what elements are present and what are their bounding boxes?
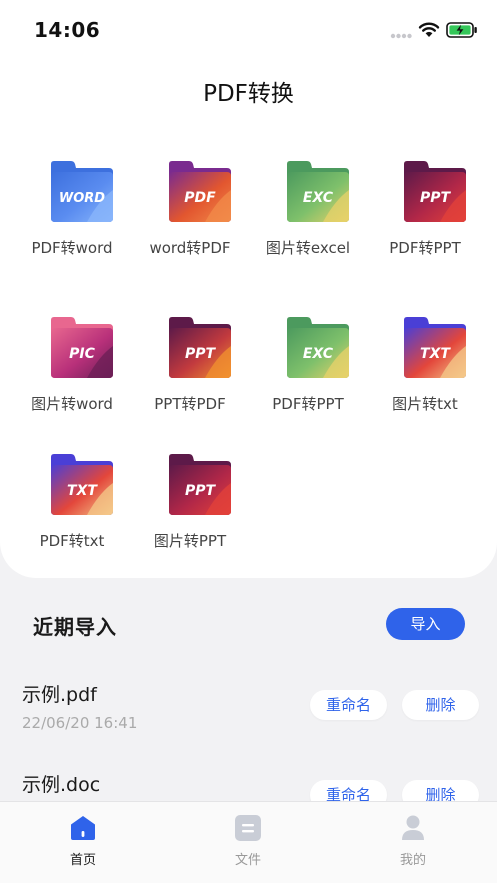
file-badge-text: EXC xyxy=(303,190,334,206)
tool-item[interactable]: PPT 图片转PPT xyxy=(128,453,252,573)
file-badge-text: TXT xyxy=(420,346,451,362)
tool-label: PDF转PPT xyxy=(389,239,461,257)
txt-file-icon: TXT xyxy=(51,454,113,515)
tab-files[interactable]: 文件 xyxy=(188,802,308,883)
excel-file-icon: EXC xyxy=(287,317,349,378)
file-timestamp: 22/06/20 16:41 xyxy=(22,714,138,732)
tool-item[interactable]: PPT PDF转PPT xyxy=(363,160,487,280)
tab-profile[interactable]: 我的 xyxy=(353,802,473,883)
profile-icon xyxy=(402,815,424,840)
tool-item[interactable]: WORD PDF转word xyxy=(10,160,134,280)
file-badge-text: PDF xyxy=(184,190,216,206)
tool-label: word转PDF xyxy=(149,239,231,257)
file-icon xyxy=(235,815,261,841)
ppt-file-icon: PPT xyxy=(169,317,231,378)
tool-label: PDF转PPT xyxy=(272,395,344,413)
file-row[interactable]: 示例.pdf 22/06/20 16:41 重命名 删除 xyxy=(0,680,497,760)
tool-label: 图片转excel xyxy=(265,239,351,257)
tab-bar: 首页 文件 我的 xyxy=(0,801,497,883)
tab-label: 我的 xyxy=(399,853,426,868)
home-icon xyxy=(71,816,95,840)
tab-label: 首页 xyxy=(69,853,96,868)
tool-item[interactable]: TXT 图片转txt xyxy=(363,316,487,436)
tab-home[interactable]: 首页 xyxy=(23,802,143,883)
pdf-file-icon: PDF xyxy=(169,161,231,222)
page-title: PDF转换 xyxy=(203,81,294,107)
file-badge-text: PPT xyxy=(185,483,217,499)
tab-label: 文件 xyxy=(234,853,261,868)
import-button[interactable]: 导入 xyxy=(386,608,465,640)
recent-section-title: 近期导入 xyxy=(33,615,117,639)
pic-file-icon: PIC xyxy=(51,317,113,378)
file-badge-text: EXC xyxy=(303,346,334,362)
tool-item[interactable]: PDF word转PDF xyxy=(128,160,252,280)
file-badge-text: TXT xyxy=(67,483,98,499)
file-name: 示例.pdf xyxy=(22,684,97,706)
file-badge-text: WORD xyxy=(59,191,105,206)
file-name: 示例.doc xyxy=(22,774,101,796)
tool-label: 图片转word xyxy=(31,395,113,413)
status-bar: 14:06 xyxy=(0,0,497,56)
rename-button[interactable]: 重命名 xyxy=(310,690,387,720)
file-badge-text: PPT xyxy=(420,190,452,206)
tool-item[interactable]: PIC 图片转word xyxy=(10,316,134,436)
excel-file-icon: EXC xyxy=(287,161,349,222)
tool-label: PDF转txt xyxy=(39,532,105,550)
battery-icon xyxy=(446,22,477,38)
signal-icon xyxy=(390,33,412,39)
ppt-file-icon: PPT xyxy=(169,454,231,515)
tool-item[interactable]: EXC PDF转PPT xyxy=(246,316,370,436)
tool-label: 图片转PPT xyxy=(153,532,227,550)
word-file-icon: WORD xyxy=(51,161,113,222)
tool-item[interactable]: EXC 图片转excel xyxy=(246,160,370,280)
tool-label: PPT转PDF xyxy=(154,395,226,413)
status-time: 14:06 xyxy=(34,18,101,42)
tool-label: PDF转word xyxy=(31,239,113,257)
file-badge-text: PIC xyxy=(69,346,95,362)
file-badge-text: PPT xyxy=(185,346,217,362)
delete-button[interactable]: 删除 xyxy=(402,690,479,720)
ppt-file-icon: PPT xyxy=(404,161,466,222)
txt-file-icon: TXT xyxy=(404,317,466,378)
tool-label: 图片转txt xyxy=(392,395,458,413)
tool-item[interactable]: TXT PDF转txt xyxy=(10,453,134,573)
converter-panel: PDF转换 WORD PDF转word PDF word转PDF EXC 图片转excel… xyxy=(0,56,497,578)
wifi-icon xyxy=(418,22,440,37)
tool-item[interactable]: PPT PPT转PDF xyxy=(128,316,252,436)
